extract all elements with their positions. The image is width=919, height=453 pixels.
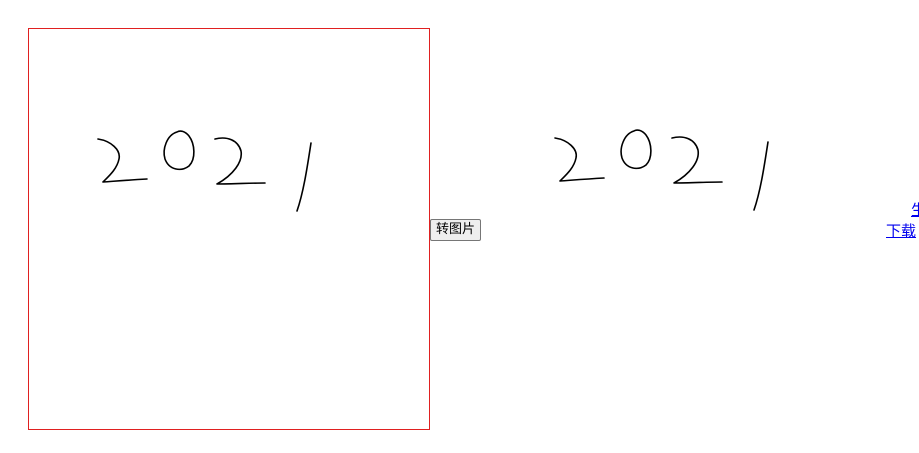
stroke-digit-1 <box>296 142 312 212</box>
download-link[interactable]: 下载 <box>886 221 919 242</box>
stroke-digit-2-b <box>214 137 266 185</box>
preview-stroke-digit-2-b <box>671 136 723 184</box>
clipped-link[interactable]: 生 <box>911 200 919 221</box>
stroke-digit-0 <box>163 130 195 171</box>
drawing-strokes <box>97 130 312 212</box>
stroke-digit-2-a <box>97 138 148 183</box>
preview-stroke-digit-2-a <box>554 137 605 182</box>
image-preview <box>486 28 886 428</box>
preview-stroke-digit-0 <box>620 129 652 170</box>
link-group: 生 下载 <box>886 200 919 242</box>
convert-to-image-button[interactable]: 转图片 <box>430 219 482 241</box>
preview-stroke-digit-1 <box>753 141 769 211</box>
drawing-canvas[interactable] <box>28 28 430 430</box>
preview-strokes <box>554 129 769 211</box>
